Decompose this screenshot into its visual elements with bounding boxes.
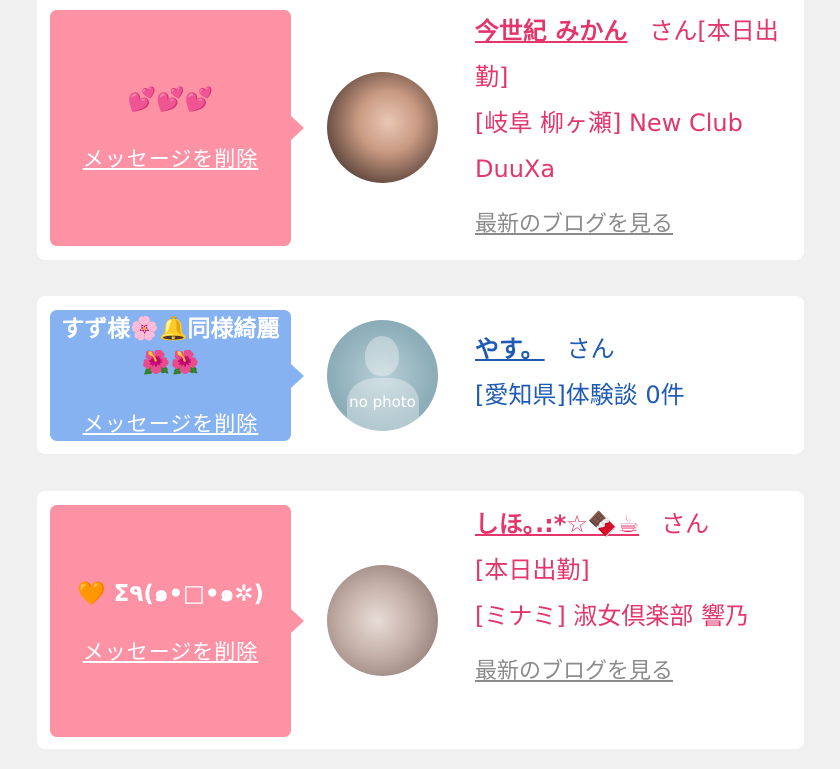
honorific: さん bbox=[649, 17, 698, 45]
message-card: すず様🌸🔔同様綺麗🌺🌺 メッセージを削除 no photo やす。 さん [愛知県… bbox=[37, 296, 804, 454]
message-text: 💕💕💕 bbox=[127, 87, 214, 113]
avatar-no-photo[interactable]: no photo bbox=[327, 320, 438, 431]
message-bubble: 🧡 Σ٩(๑•□•๑✲) メッセージを削除 bbox=[50, 505, 304, 737]
latest-blog-link[interactable]: 最新のブログを見る bbox=[475, 202, 787, 248]
sender-name-link[interactable]: やす。 bbox=[475, 335, 545, 363]
message-card: 🧡 Σ٩(๑•□•๑✲) メッセージを削除 しほ｡.:*☆🍫☕ さん [本日出勤]… bbox=[37, 491, 804, 749]
person-silhouette-icon bbox=[365, 336, 399, 376]
sender-info: やす。 さん [愛知県]体験談 0件 bbox=[475, 326, 787, 418]
shop-name: [岐阜 柳ヶ瀬] New Club DuuXa bbox=[475, 109, 743, 183]
review-count: [愛知県]体験談 0件 bbox=[475, 381, 685, 409]
sender-info: しほ｡.:*☆🍫☕ さん [本日出勤] [ミナミ] 淑女倶楽部 響乃 最新のブログ… bbox=[475, 501, 787, 695]
honorific: さん bbox=[661, 510, 710, 538]
sender-name-link[interactable]: 今世紀 みかん bbox=[475, 17, 627, 45]
avatar[interactable] bbox=[327, 565, 438, 676]
shop-name: [ミナミ] 淑女倶楽部 響乃 bbox=[475, 602, 749, 630]
message-text: 🧡 Σ٩(๑•□•๑✲) bbox=[76, 581, 265, 607]
work-status: [本日出勤] bbox=[475, 556, 590, 584]
message-bubble: すず様🌸🔔同様綺麗🌺🌺 メッセージを削除 bbox=[50, 310, 304, 441]
honorific: さん bbox=[566, 335, 615, 363]
avatar[interactable] bbox=[327, 72, 438, 183]
sender-info: 今世紀 みかん さん[本日出勤] [岐阜 柳ヶ瀬] New Club DuuXa … bbox=[475, 8, 787, 248]
message-bubble: 💕💕💕 メッセージを削除 bbox=[50, 10, 304, 246]
latest-blog-link[interactable]: 最新のブログを見る bbox=[475, 649, 787, 695]
message-card: 💕💕💕 メッセージを削除 今世紀 みかん さん[本日出勤] [岐阜 柳ヶ瀬] Ne… bbox=[37, 0, 804, 260]
message-text: すず様🌸🔔同様綺麗🌺🌺 bbox=[61, 316, 280, 376]
delete-message-link[interactable]: メッセージを削除 bbox=[50, 408, 291, 438]
delete-message-link[interactable]: メッセージを削除 bbox=[50, 143, 291, 173]
no-photo-label: no photo bbox=[349, 393, 416, 411]
sender-name-link[interactable]: しほ｡.:*☆🍫☕ bbox=[475, 510, 639, 538]
delete-message-link[interactable]: メッセージを削除 bbox=[50, 636, 291, 666]
message-list: 💕💕💕 メッセージを削除 今世紀 みかん さん[本日出勤] [岐阜 柳ヶ瀬] Ne… bbox=[0, 0, 840, 769]
